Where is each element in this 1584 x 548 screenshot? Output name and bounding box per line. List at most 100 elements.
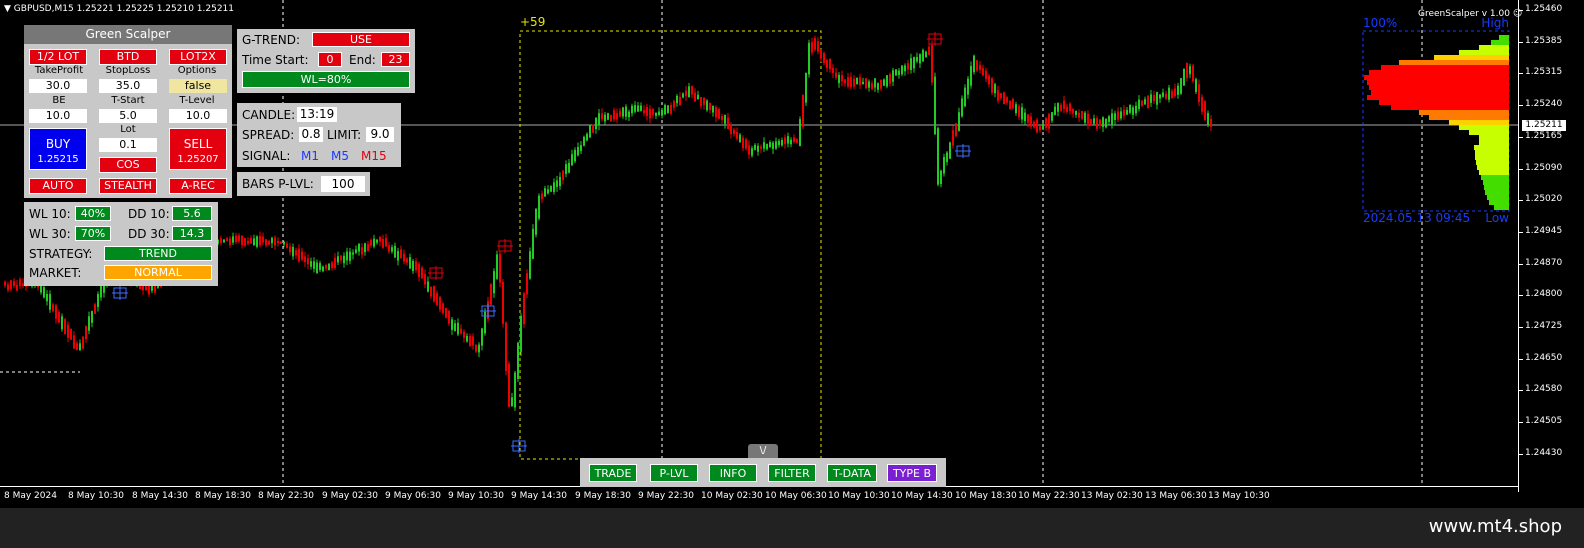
half-lot-button[interactable]: 1/2 LOT [29,49,87,65]
tstart-field[interactable]: 5.0 [99,109,157,123]
candle-body [385,237,387,247]
candle-body [340,255,342,261]
candle-body [337,256,339,263]
candle-body [607,113,609,120]
candle-body [277,241,279,244]
dd10-value: 5.6 [172,206,212,221]
candle-body [649,108,651,119]
stealth-button[interactable]: STEALTH [99,178,157,194]
candle-body [535,208,537,235]
bars-plvl-panel: BARS P-LVL: 100 [237,172,370,196]
profile-bar [1429,115,1509,120]
candle-body [1072,108,1074,114]
candle-body [580,145,582,152]
tlevel-field[interactable]: 10.0 [169,109,227,123]
candle-body [970,65,972,86]
profile-bar [1481,175,1509,180]
candle-body [637,105,639,112]
end-value[interactable]: 23 [381,52,410,67]
candle-body [100,286,102,298]
candle-body [838,74,840,84]
candle-body [934,76,936,135]
candle-body [790,139,792,145]
candle-body [1081,110,1083,119]
candle-body [520,315,522,352]
info-button[interactable]: INFO [709,464,757,482]
candle-body [67,324,69,338]
price-tick-mark [1519,73,1523,75]
candle-body [997,90,999,101]
candle-body [346,251,348,261]
toggle-panel-tab[interactable]: \/ [748,444,778,458]
candle-body [568,162,570,173]
candle-body [1138,99,1140,109]
candle-body [784,137,786,144]
candle-body [739,134,741,143]
lot2x-button[interactable]: LOT2X [169,49,227,65]
panel-title: Green Scalper [24,25,232,44]
candle-body [1093,118,1095,124]
candle-body [1183,69,1185,86]
candle-body [721,116,723,120]
sell-price: 1.25207 [177,154,219,165]
candle-body [343,255,345,264]
candle-body [91,311,93,323]
candle-body [682,93,684,98]
candle-body [496,254,498,279]
candle-body [436,292,438,305]
dropdown-icon[interactable]: ▼ [4,4,11,14]
gtrend-button[interactable]: USE [312,32,410,47]
filter-button[interactable]: FILTER [768,464,816,482]
price-axis[interactable]: 1.25460 1.25385 1.25315 1.25240 1.25165 1.250… [1518,0,1584,492]
candle-body [1033,121,1035,128]
time-axis[interactable]: 8 May 2024 8 May 10:30 8 May 14:30 8 May 18… [0,486,1518,507]
candle-body [1090,118,1092,126]
candle-body [850,76,852,88]
typeb-button[interactable]: TYPE B [887,464,937,482]
candle-body [718,109,720,119]
candle-body [244,238,246,246]
price-tick-mark [1519,168,1523,170]
candle-body [73,335,75,349]
candle-body [889,74,891,84]
bars-plvl-label: BARS P-LVL: [242,177,314,191]
price-tick-mark [1519,10,1523,11]
be-field[interactable]: 10.0 [29,109,87,123]
buy-button[interactable]: BUY 1.25215 [29,128,87,170]
candle-body [10,280,12,289]
profile-low-label: Low [1485,211,1509,225]
candle-body [433,285,435,302]
plvl-button[interactable]: P-LVL [650,464,698,482]
time-tick-label: 8 May 14:30 [132,491,188,501]
candle-body [715,107,717,118]
candle-body [460,328,462,334]
timestart-value[interactable]: 0 [318,52,342,67]
takeprofit-field[interactable]: 30.0 [29,79,87,93]
wl30-value: 70% [75,226,111,241]
arec-button[interactable]: A-REC [169,178,227,194]
options-field[interactable]: false [169,79,227,93]
profile-bar [1379,100,1509,105]
btd-button[interactable]: BTD [99,49,157,65]
candle-body [982,68,984,76]
candle-body [679,96,681,106]
bars-plvl-field[interactable]: 100 [321,176,365,192]
auto-button[interactable]: AUTO [29,178,87,194]
candle-body [1150,94,1152,103]
candle-body [979,64,981,70]
wl-button[interactable]: WL=80% [242,71,410,88]
stoploss-field[interactable]: 35.0 [99,79,157,93]
profile-bar [1499,35,1509,40]
price-tick-mark [1519,390,1523,392]
tdata-button[interactable]: T-DATA [827,464,877,482]
lot-field[interactable]: 0.1 [99,138,157,152]
trade-button[interactable]: TRADE [589,464,637,482]
candle-body [298,248,300,262]
candle-body [559,176,561,187]
candle-body [904,65,906,72]
candle-body [376,239,378,243]
candle-body [916,57,918,62]
candle-body [760,146,762,149]
sell-button[interactable]: SELL 1.25207 [169,128,227,170]
cos-button[interactable]: COS [99,157,157,173]
